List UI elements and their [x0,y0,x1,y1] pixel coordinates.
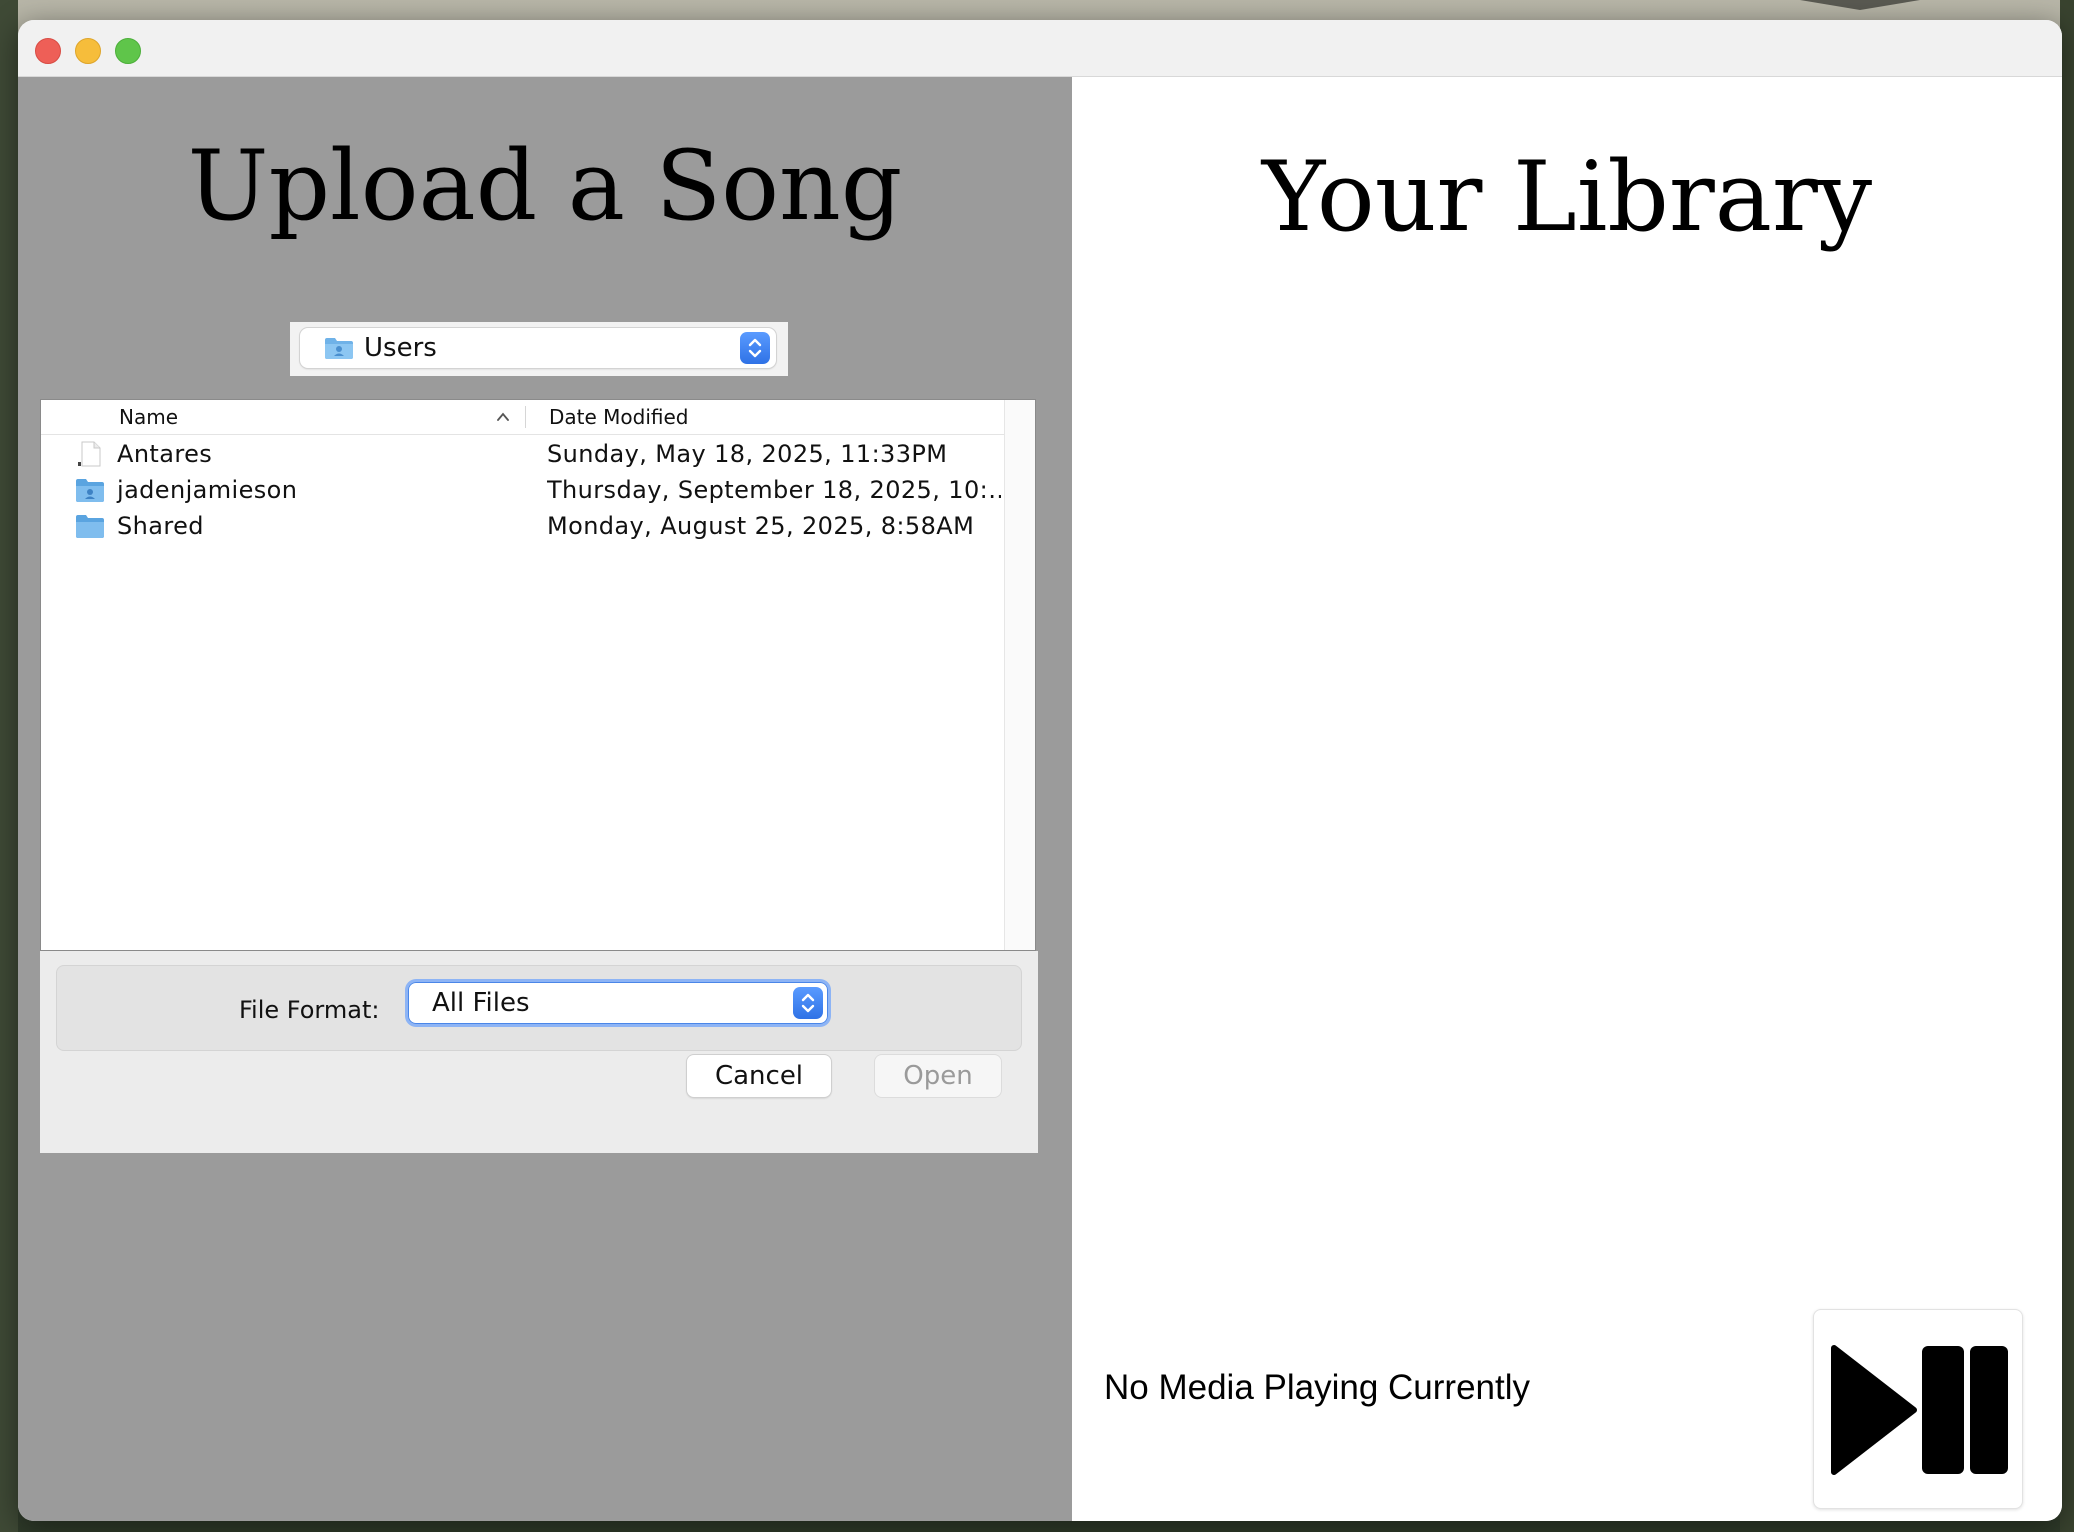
cancel-button[interactable]: Cancel [687,1055,831,1097]
upload-panel: Upload a Song Users Name Date Modified A… [18,77,1072,1521]
document-icon [78,441,101,467]
play-pause-icon [1831,1345,2008,1475]
file-date: Monday, August 25, 2025, 8:58AM [547,512,975,540]
file-name: jadenjamieson [117,476,298,504]
user-folder-icon [76,479,104,502]
column-header-date-modified[interactable]: Date Modified [549,400,689,434]
file-row[interactable]: Antares Sunday, May 18, 2025, 11:33PM [41,436,1001,472]
file-format-box: File Format: All Files [56,965,1022,1051]
user-folder-icon [325,338,353,359]
folder-selector[interactable]: Users [300,328,776,368]
minimize-window-button[interactable] [75,38,101,64]
file-row[interactable]: jadenjamieson Thursday, September 18, 20… [41,472,1001,508]
zoom-window-button[interactable] [115,38,141,64]
file-date: Thursday, September 18, 2025, 10:… [547,476,1001,504]
chevron-up-down-icon[interactable] [793,987,823,1019]
file-name: Shared [117,512,204,540]
upload-title: Upload a Song [187,130,903,242]
folder-selector-frame: Users [290,322,788,376]
vertical-scrollbar[interactable] [1004,400,1035,950]
now-playing-status: No Media Playing Currently [1104,1368,1531,1407]
folder-selector-value: Users [364,333,437,363]
play-pause-button[interactable] [1813,1309,2023,1509]
sort-ascending-icon [497,412,509,421]
column-separator[interactable] [525,406,526,428]
file-list[interactable]: Name Date Modified Antares Sunday, May 1… [40,399,1036,951]
column-header-name[interactable]: Name [119,400,178,434]
file-row[interactable]: Shared Monday, August 25, 2025, 8:58AM [41,508,1001,544]
file-date: Sunday, May 18, 2025, 11:33PM [547,440,948,468]
folder-icon [76,515,104,538]
title-bar[interactable] [18,20,2062,77]
app-window: Upload a Song Users Name Date Modified A… [18,20,2062,1521]
file-name: Antares [117,440,213,468]
chevron-up-down-icon[interactable] [740,332,770,364]
file-list-header: Name Date Modified [41,400,1035,435]
library-panel: Your Library No Media Playing Currently [1072,77,2062,1521]
file-format-label: File Format: [239,996,380,1024]
library-title: Your Library [1261,141,1873,253]
close-window-button[interactable] [35,38,61,64]
file-format-value: All Files [432,988,530,1018]
open-button[interactable]: Open [875,1055,1001,1097]
chooser-controls: File Format: All Files Cancel Open [40,951,1038,1153]
file-format-select[interactable]: All Files [408,982,828,1024]
